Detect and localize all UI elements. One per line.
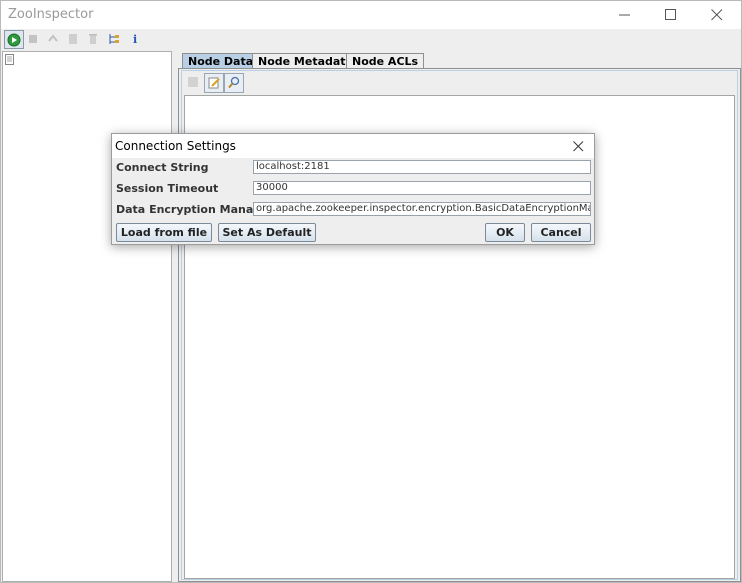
tab-node-metadata[interactable]: Node Metadata [252,53,359,68]
tab-node-acls[interactable]: Node ACLs [346,53,425,68]
search-button[interactable] [224,73,244,93]
refresh-button[interactable] [44,30,64,49]
svg-text:i: i [133,33,137,46]
connect-button[interactable] [4,30,24,49]
session-timeout-label: Session Timeout [116,182,219,195]
load-from-file-button[interactable]: Load from file [116,223,212,242]
node-viewers-button[interactable] [105,30,125,49]
close-icon [573,141,584,152]
edit-icon [208,77,220,89]
about-icon: i [133,33,137,46]
maximize-button[interactable] [649,1,695,29]
search-icon [228,76,240,89]
data-encryption-manager-input[interactable]: org.apache.zookeeper.inspector.encryptio… [253,202,591,216]
node-tree-panel[interactable] [2,51,172,582]
minimize-button[interactable] [603,1,649,29]
close-window-button[interactable] [695,1,741,29]
app-window: ZooInspector i Node Data Node Metadata N… [0,0,742,583]
ok-button[interactable]: OK [485,223,525,242]
save-icon [188,77,198,87]
add-node-icon [69,34,77,44]
dialog-title: Connection Settings [115,139,236,153]
refresh-icon [48,34,58,42]
cancel-button[interactable]: Cancel [531,223,591,242]
edit-button[interactable] [204,73,224,93]
save-button[interactable] [184,73,204,93]
disconnect-icon [29,35,37,43]
set-as-default-button[interactable]: Set As Default [218,223,316,242]
node-viewers-icon [109,34,119,44]
title-bar: ZooInspector [1,1,741,29]
session-timeout-input[interactable]: 30000 [253,181,591,195]
document-icon [5,54,14,65]
delete-node-button[interactable] [84,30,104,49]
connect-icon [7,33,21,47]
maximize-icon [665,9,676,20]
close-icon [711,9,723,21]
tab-node-data[interactable]: Node Data [182,53,260,68]
connect-string-input[interactable]: localhost:2181 [253,160,591,174]
minimize-icon [619,14,630,16]
delete-node-icon [89,34,97,44]
window-title: ZooInspector [8,7,94,22]
about-button[interactable]: i [126,30,146,49]
node-viewer-tabs: Node Data Node Metadata Node ACLs [178,51,741,582]
dialog-close-button[interactable] [567,138,589,154]
main-toolbar: i [1,29,741,51]
data-encryption-manager-label: Data Encryption Manager [116,203,275,216]
connect-string-label: Connect String [116,161,209,174]
disconnect-button[interactable] [24,30,44,49]
dialog-title-bar: Connection Settings [112,134,594,158]
add-node-button[interactable] [64,30,84,49]
connection-settings-dialog: Connection Settings Connect String local… [111,133,595,245]
